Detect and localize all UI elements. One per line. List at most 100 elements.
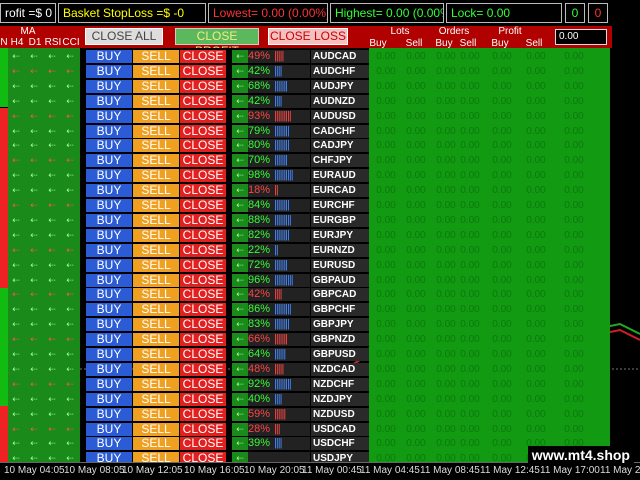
symbol-label[interactable]: EURCAD: [311, 184, 369, 197]
buy-button[interactable]: BUY: [86, 154, 132, 167]
symbol-label[interactable]: GBPNZD: [311, 333, 369, 346]
symbol-label[interactable]: GBPCAD: [311, 288, 369, 301]
lot-size-input[interactable]: 0.00: [555, 29, 607, 45]
symbol-label[interactable]: EURNZD: [311, 244, 369, 257]
sell-button[interactable]: SELL: [133, 259, 179, 272]
close-button[interactable]: CLOSE: [180, 169, 226, 182]
buy-button[interactable]: BUY: [86, 65, 132, 78]
sell-button[interactable]: SELL: [133, 244, 179, 257]
close-button[interactable]: CLOSE: [180, 80, 226, 93]
symbol-label[interactable]: EURGBP: [311, 214, 369, 227]
close-button[interactable]: CLOSE: [180, 363, 226, 376]
symbol-label[interactable]: CADJPY: [311, 139, 369, 152]
buy-button[interactable]: BUY: [86, 318, 132, 331]
symbol-label[interactable]: EURJPY: [311, 229, 369, 242]
buy-button[interactable]: BUY: [86, 80, 132, 93]
close-button[interactable]: CLOSE: [180, 139, 226, 152]
close-button[interactable]: CLOSE: [180, 393, 226, 406]
close-all-button[interactable]: CLOSE ALL: [85, 28, 163, 45]
buy-button[interactable]: BUY: [86, 259, 132, 272]
close-loss-button[interactable]: CLOSE LOSS: [268, 28, 348, 45]
symbol-label[interactable]: GBPCHF: [311, 303, 369, 316]
close-button[interactable]: CLOSE: [180, 259, 226, 272]
close-button[interactable]: CLOSE: [180, 288, 226, 301]
symbol-label[interactable]: EURUSD: [311, 259, 369, 272]
symbol-label[interactable]: AUDCHF: [311, 65, 369, 78]
close-button[interactable]: CLOSE: [180, 348, 226, 361]
close-button[interactable]: CLOSE: [180, 199, 226, 212]
symbol-label[interactable]: NZDUSD: [311, 408, 369, 421]
buy-button[interactable]: BUY: [86, 437, 132, 450]
symbol-label[interactable]: AUDNZD: [311, 95, 369, 108]
sell-button[interactable]: SELL: [133, 288, 179, 301]
sell-button[interactable]: SELL: [133, 125, 179, 138]
buy-button[interactable]: BUY: [86, 199, 132, 212]
sell-button[interactable]: SELL: [133, 393, 179, 406]
close-button[interactable]: CLOSE: [180, 244, 226, 257]
sell-button[interactable]: SELL: [133, 437, 179, 450]
buy-button[interactable]: BUY: [86, 348, 132, 361]
sell-button[interactable]: SELL: [133, 65, 179, 78]
buy-button[interactable]: BUY: [86, 214, 132, 227]
close-button[interactable]: CLOSE: [180, 50, 226, 63]
close-button[interactable]: CLOSE: [180, 378, 226, 391]
buy-button[interactable]: BUY: [86, 169, 132, 182]
buy-button[interactable]: BUY: [86, 423, 132, 436]
symbol-label[interactable]: CADCHF: [311, 125, 369, 138]
buy-button[interactable]: BUY: [86, 50, 132, 63]
buy-button[interactable]: BUY: [86, 184, 132, 197]
symbol-label[interactable]: USDCHF: [311, 437, 369, 450]
buy-button[interactable]: BUY: [86, 363, 132, 376]
buy-button[interactable]: BUY: [86, 378, 132, 391]
buy-button[interactable]: BUY: [86, 274, 132, 287]
close-button[interactable]: CLOSE: [180, 229, 226, 242]
sell-button[interactable]: SELL: [133, 274, 179, 287]
sell-button[interactable]: SELL: [133, 303, 179, 316]
symbol-label[interactable]: EURAUD: [311, 169, 369, 182]
sell-button[interactable]: SELL: [133, 333, 179, 346]
sell-button[interactable]: SELL: [133, 169, 179, 182]
buy-button[interactable]: BUY: [86, 95, 132, 108]
sell-button[interactable]: SELL: [133, 363, 179, 376]
buy-button[interactable]: BUY: [86, 408, 132, 421]
buy-button[interactable]: BUY: [86, 229, 132, 242]
buy-button[interactable]: BUY: [86, 333, 132, 346]
close-button[interactable]: CLOSE: [180, 214, 226, 227]
symbol-label[interactable]: USDCAD: [311, 423, 369, 436]
sell-button[interactable]: SELL: [133, 199, 179, 212]
buy-button[interactable]: BUY: [86, 125, 132, 138]
close-button[interactable]: CLOSE: [180, 318, 226, 331]
buy-button[interactable]: BUY: [86, 288, 132, 301]
close-button[interactable]: CLOSE: [180, 303, 226, 316]
close-button[interactable]: CLOSE: [180, 423, 226, 436]
close-button[interactable]: CLOSE: [180, 95, 226, 108]
sell-button[interactable]: SELL: [133, 214, 179, 227]
sell-button[interactable]: SELL: [133, 229, 179, 242]
close-button[interactable]: CLOSE: [180, 65, 226, 78]
sell-button[interactable]: SELL: [133, 318, 179, 331]
sell-button[interactable]: SELL: [133, 378, 179, 391]
close-button[interactable]: CLOSE: [180, 274, 226, 287]
close-button[interactable]: CLOSE: [180, 333, 226, 346]
sell-button[interactable]: SELL: [133, 348, 179, 361]
buy-button[interactable]: BUY: [86, 139, 132, 152]
symbol-label[interactable]: AUDUSD: [311, 110, 369, 123]
sell-button[interactable]: SELL: [133, 50, 179, 63]
sell-button[interactable]: SELL: [133, 184, 179, 197]
sell-button[interactable]: SELL: [133, 423, 179, 436]
sell-button[interactable]: SELL: [133, 95, 179, 108]
buy-button[interactable]: BUY: [86, 110, 132, 123]
symbol-label[interactable]: NZDJPY: [311, 393, 369, 406]
buy-button[interactable]: BUY: [86, 244, 132, 257]
close-button[interactable]: CLOSE: [180, 437, 226, 450]
symbol-label[interactable]: CHFJPY: [311, 154, 369, 167]
symbol-label[interactable]: GBPAUD: [311, 274, 369, 287]
symbol-label[interactable]: GBPJPY: [311, 318, 369, 331]
close-button[interactable]: CLOSE: [180, 184, 226, 197]
sell-button[interactable]: SELL: [133, 110, 179, 123]
close-button[interactable]: CLOSE: [180, 154, 226, 167]
buy-button[interactable]: BUY: [86, 393, 132, 406]
sell-button[interactable]: SELL: [133, 408, 179, 421]
symbol-label[interactable]: AUDJPY: [311, 80, 369, 93]
close-button[interactable]: CLOSE: [180, 125, 226, 138]
